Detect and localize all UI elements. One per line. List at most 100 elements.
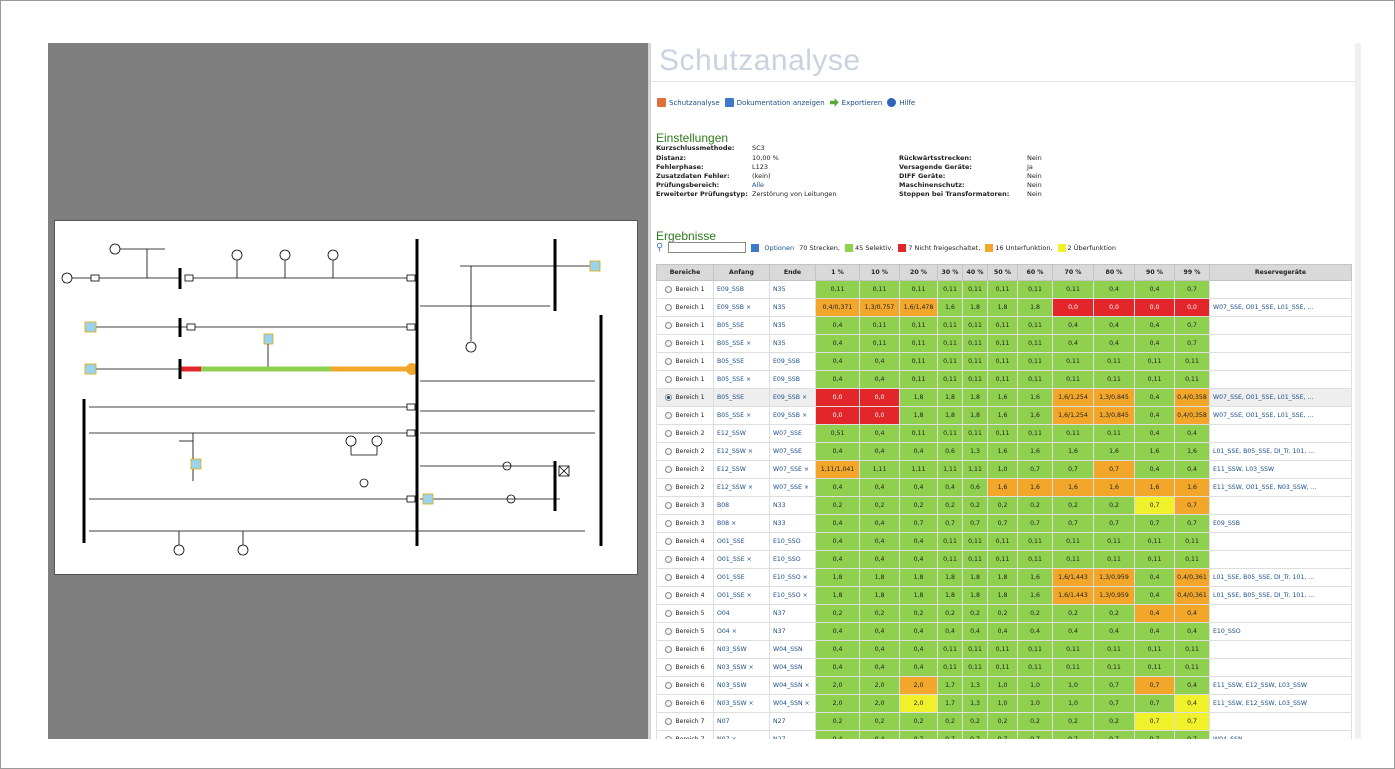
row-radio[interactable] [665,699,673,707]
start-device-link[interactable]: E09_SSB [713,280,770,299]
end-device-link[interactable]: E10_SSO × [769,586,816,605]
reserve-devices-link[interactable]: W07_SSE, O01_SSE, L01_SSE, ... [1209,406,1352,425]
reserve-devices-link[interactable] [1209,550,1352,569]
area-cell[interactable]: Bereich 6 [656,640,714,659]
column-header[interactable]: 30 % [937,264,963,281]
start-device-link[interactable]: E12_SSW × [713,478,770,497]
row-radio[interactable] [665,393,673,401]
reserve-devices-link[interactable]: E09_SSB [1209,514,1352,533]
row-radio[interactable] [665,645,673,653]
area-cell[interactable]: Bereich 2 [656,424,714,443]
area-cell[interactable]: Bereich 6 [656,676,714,695]
start-device-link[interactable]: E09_SSB × [713,298,770,317]
end-device-link[interactable]: W04_SSN [769,640,816,659]
table-row[interactable]: Bereich 6 N03_SSW W04_SSN × 2,0 2,0 2,0 1,7 1,3… [656,676,1352,695]
row-radio[interactable] [665,411,673,419]
reserve-devices-link[interactable]: W07_SSE, O01_SSE, L01_SSE, ... [1209,298,1352,317]
end-device-link[interactable]: N33 [769,496,816,515]
start-device-link[interactable]: O01_SSE × [713,586,770,605]
row-radio[interactable] [665,609,673,617]
reserve-devices-link[interactable] [1209,280,1352,299]
reserve-devices-link[interactable] [1209,352,1352,371]
reserve-devices-link[interactable]: E11_SSW, E12_SSW, L03_SSW [1209,676,1352,695]
area-cell[interactable]: Bereich 4 [656,532,714,551]
table-row[interactable]: Bereich 5 O04 N37 0,2 0,2 0,2 0,2 0,2 0,2 0,2 0,2 0… [656,604,1352,623]
column-header[interactable]: Bereiche [656,264,714,281]
diagram-canvas[interactable] [48,43,648,739]
row-radio[interactable] [665,465,673,473]
table-row[interactable]: Bereich 4 O01_SSE E10_SSO × 1,8 1,8 1,8 1,8 1,8… [656,568,1352,587]
area-cell[interactable]: Bereich 7 [656,730,714,739]
end-device-link[interactable]: E10_SSO [769,550,816,569]
table-row[interactable]: Bereich 4 O01_SSE E10_SSO 0,4 0,4 0,4 0,11 0,11… [656,532,1352,551]
end-device-link[interactable]: N33 [769,514,816,533]
column-header[interactable]: 80 % [1093,264,1135,281]
row-radio[interactable] [665,537,673,545]
area-cell[interactable]: Bereich 5 [656,604,714,623]
reserve-devices-link[interactable]: L01_SSE, B05_SSE, DI_Tr. 101, ... [1209,442,1352,461]
reserve-devices-link[interactable]: E11_SSW, E12_SSW, L03_SSW [1209,694,1352,713]
row-radio[interactable] [665,573,673,581]
reserve-devices-link[interactable] [1209,658,1352,677]
column-header[interactable]: 10 % [859,264,900,281]
row-radio[interactable] [665,375,673,383]
row-radio[interactable] [665,501,673,509]
area-cell[interactable]: Bereich 1 [656,334,714,353]
column-header[interactable]: 90 % [1134,264,1175,281]
table-row[interactable]: Bereich 4 O01_SSE × E10_SSO 0,4 0,4 0,4 0,11 0,… [656,550,1352,569]
export-button[interactable]: Exportieren [829,98,882,107]
area-cell[interactable]: Bereich 1 [656,316,714,335]
area-cell[interactable]: Bereich 1 [656,406,714,425]
area-cell[interactable]: Bereich 6 [656,658,714,677]
area-cell[interactable]: Bereich 2 [656,460,714,479]
end-device-link[interactable]: E09_SSB × [769,406,816,425]
table-row[interactable]: Bereich 3 B08 N33 0,2 0,2 0,2 0,2 0,2 0,2 0,2 0,2 0… [656,496,1352,515]
end-device-link[interactable]: W04_SSN × [769,676,816,695]
table-row[interactable]: Bereich 2 E12_SSW × W07_SSE × 0,4 0,4 0,4 0,4 0… [656,478,1352,497]
help-button[interactable]: Hilfe [887,98,915,107]
end-device-link[interactable]: W04_SSN × [769,694,816,713]
start-device-link[interactable]: B05_SSE × [713,406,770,425]
end-device-link[interactable]: W07_SSE [769,424,816,443]
reserve-devices-link[interactable]: E10_SSO [1209,622,1352,641]
start-device-link[interactable]: B08 [713,496,770,515]
table-row[interactable]: Bereich 5 O04 × N37 0,4 0,4 0,4 0,4 0,4 0,4 0,4 0,… [656,622,1352,641]
start-device-link[interactable]: N03_SSW × [713,694,770,713]
reserve-devices-link[interactable] [1209,424,1352,443]
area-cell[interactable]: Bereich 1 [656,388,714,407]
reserve-devices-link[interactable]: L01_SSE, B05_SSE, DI_Tr. 101, ... [1209,586,1352,605]
table-row[interactable]: Bereich 6 N03_SSW W04_SSN 0,4 0,4 0,4 0,11 0,11… [656,640,1352,659]
row-radio[interactable] [665,429,673,437]
documentation-button[interactable]: Dokumentation anzeigen [724,98,825,107]
row-radio[interactable] [665,681,673,689]
area-cell[interactable]: Bereich 6 [656,694,714,713]
row-radio[interactable] [665,735,673,739]
end-device-link[interactable]: N35 [769,334,816,353]
row-radio[interactable] [665,321,673,329]
start-device-link[interactable]: E12_SSW × [713,442,770,461]
vertical-scrollbar[interactable] [1355,43,1361,739]
table-row[interactable]: Bereich 1 E09_SSB N35 0,11 0,11 0,11 0,11 0,11 0… [656,280,1352,299]
start-device-link[interactable]: O01_SSE [713,568,770,587]
reserve-devices-link[interactable]: E11_SSW, L03_SSW [1209,460,1352,479]
row-radio[interactable] [665,483,673,491]
row-radio[interactable] [665,591,673,599]
start-device-link[interactable]: B05_SSE × [713,370,770,389]
start-device-link[interactable]: O01_SSE × [713,550,770,569]
table-row[interactable]: Bereich 1 B05_SSE × E09_SSB 0,4 0,4 0,11 0,11 0… [656,370,1352,389]
test-scope-link[interactable]: Alle [752,181,764,189]
reserve-devices-link[interactable] [1209,532,1352,551]
reserve-devices-link[interactable] [1209,604,1352,623]
table-row[interactable]: Bereich 2 E12_SSW × W07_SSE 0,4 0,4 0,4 0,6 1,3… [656,442,1352,461]
end-device-link[interactable]: E10_SSO [769,532,816,551]
row-radio[interactable] [665,285,673,293]
start-device-link[interactable]: O04 [713,604,770,623]
end-device-link[interactable]: W07_SSE × [769,478,816,497]
area-cell[interactable]: Bereich 2 [656,478,714,497]
row-radio[interactable] [665,339,673,347]
start-device-link[interactable]: B05_SSE × [713,334,770,353]
table-row[interactable]: Bereich 2 E12_SSW W07_SSE 0,51 0,4 0,11 0,11 0,… [656,424,1352,443]
area-cell[interactable]: Bereich 1 [656,370,714,389]
table-row[interactable]: Bereich 1 B05_SSE × N35 0,4 0,11 0,11 0,11 0,11… [656,334,1352,353]
end-device-link[interactable]: N27 [769,730,816,739]
